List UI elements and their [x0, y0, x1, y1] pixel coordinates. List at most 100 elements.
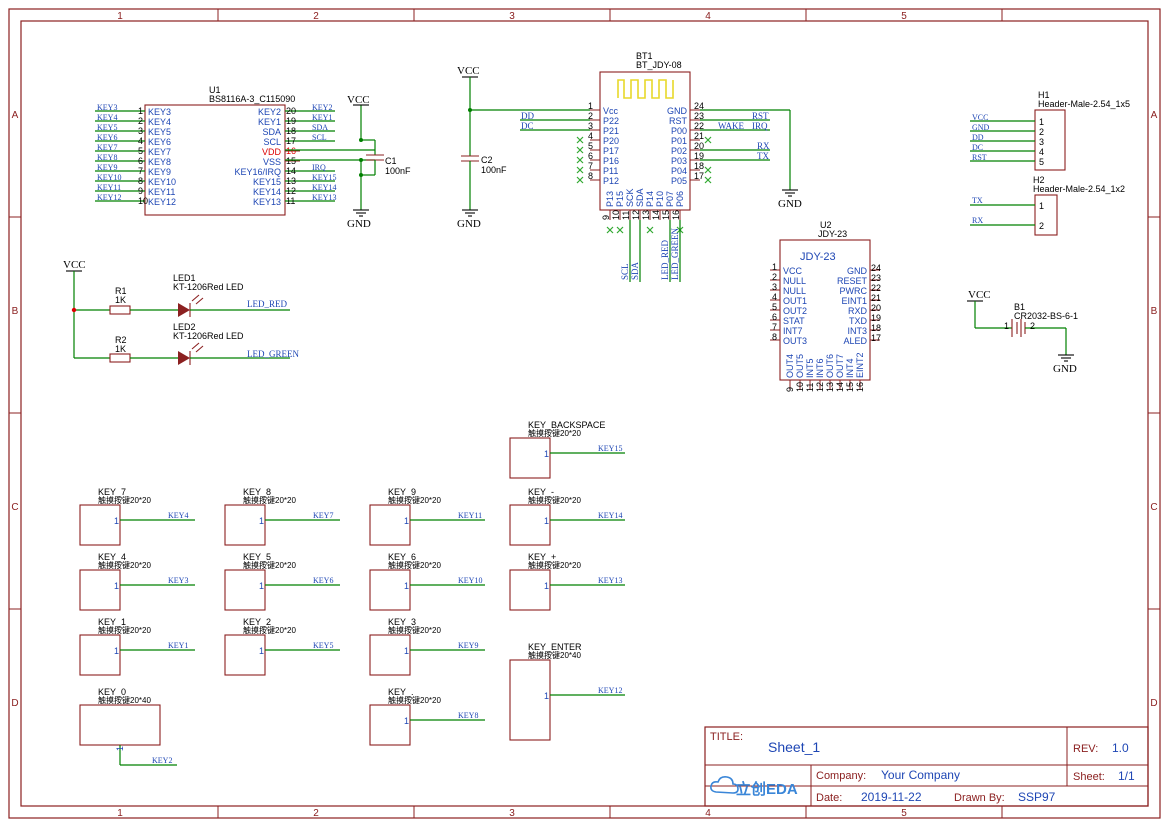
- bt1-pin-number: 3: [588, 121, 593, 131]
- u1-pin-number: 10: [138, 196, 148, 206]
- u2-title: JDY-23: [800, 251, 836, 263]
- touch-key: KEY_2触摸按键20*201KEY5: [224, 617, 340, 676]
- rev-label: REV:: [1073, 743, 1098, 755]
- u2-pin-name: NULL: [783, 286, 806, 296]
- bt1-pin-number: 17: [694, 171, 704, 181]
- border-row-label: C: [1150, 502, 1157, 513]
- schematic-sheet: 1122334455A AB BC CD D TITLE: Sheet_1 REV: 1…: [8, 8, 1161, 819]
- u1-pin-number: 7: [138, 166, 143, 176]
- net-sda-bt: SDA: [630, 261, 640, 280]
- touch-key-pin: 1: [544, 691, 549, 701]
- u2-pin-number: 18: [871, 323, 881, 333]
- net-led-red: LED_RED: [247, 299, 287, 309]
- touch-key-pin: 1: [544, 449, 549, 459]
- net-irq-bt: IRQ: [752, 121, 768, 131]
- u1-pin-number: 13: [286, 176, 296, 186]
- u1-pin-name: KEY1: [258, 117, 281, 127]
- bt1-pin-name: P07: [665, 191, 675, 207]
- sheet-title: Sheet_1: [768, 739, 820, 755]
- r2-value: 1K: [115, 344, 126, 354]
- touch-key-net: KEY6: [313, 576, 333, 585]
- bt1-gnd-label: GND: [778, 198, 802, 210]
- u2-pin-number: 1: [772, 262, 777, 272]
- u1-pin-name: VSS: [263, 157, 281, 167]
- u2-pin-number: 5: [772, 302, 777, 312]
- u1-net-label: KEY14: [312, 183, 336, 192]
- net-led-green: LED_GREEN: [247, 349, 299, 359]
- bt1-pin-number: 9: [601, 215, 611, 220]
- u1-pin-number: 16: [286, 146, 296, 156]
- bt1-pin-name: P16: [603, 156, 619, 166]
- title-label: TITLE:: [710, 731, 743, 743]
- bt1-part: BT_JDY-08: [636, 60, 682, 70]
- led1-diode-icon: [178, 303, 190, 317]
- u1-pin-name: KEY6: [148, 137, 171, 147]
- u1-pin-name: SDA: [262, 127, 281, 137]
- bt1-antenna-icon: [617, 79, 674, 99]
- touch-key-net: KEY11: [458, 511, 482, 520]
- net-rst-bt: RST: [752, 111, 769, 121]
- h1-net-label: GND: [972, 123, 990, 132]
- touch-keys: KEY_BACKSPACE触摸按键20*201KEY15KEY_7触摸按键20*…: [79, 420, 625, 766]
- u1-pin-number: 17: [286, 136, 296, 146]
- touch-key: KEY_ENTER触摸按键20*401KEY12: [509, 642, 625, 741]
- h1-pin-number: 1: [1039, 117, 1044, 127]
- touch-key-pin: 1: [404, 646, 409, 656]
- border-column-label: 1: [117, 11, 123, 22]
- h1-pin-number: 5: [1039, 157, 1044, 167]
- bt1-pin-name: GND: [667, 106, 688, 116]
- u2-pin-number: 12: [815, 382, 825, 392]
- bt1-pin-number: 6: [588, 151, 593, 161]
- c1-value: 100nF: [385, 166, 411, 176]
- touch-key-net: KEY14: [598, 511, 622, 520]
- b1-battery: VCC GND B1 CR2032-BS-6-1 1 2: [967, 289, 1078, 375]
- h2-net-label: RX: [972, 216, 983, 225]
- u2-pin-number: 4: [772, 292, 777, 302]
- touch-key-part: 触摸按键20*20: [528, 560, 581, 570]
- c2-vcc-label: VCC: [457, 65, 480, 77]
- touch-key-net: KEY4: [168, 511, 188, 520]
- u1-net-label: KEY7: [97, 143, 117, 152]
- border-column-label: 4: [705, 808, 711, 819]
- title-block: TITLE: Sheet_1 REV: 1.0 Company: Your Co…: [704, 726, 1149, 807]
- logo-text: 立创EDA: [736, 780, 798, 798]
- bt1-pin-name: Vcc: [603, 106, 619, 116]
- u2-pin-number: 8: [772, 332, 777, 342]
- touch-key: KEY_-触摸按键20*201KEY14: [509, 487, 625, 546]
- c2-gnd-label: GND: [457, 218, 481, 230]
- b1-pin2: 2: [1030, 321, 1035, 331]
- u1-pin-name: KEY5: [148, 127, 171, 137]
- touch-key-part: 触摸按键20*20: [98, 495, 151, 505]
- bt1-pin-number: 4: [588, 131, 593, 141]
- bt1-pin-name: P17: [603, 146, 619, 156]
- u2-pin-name: EINT2: [855, 352, 865, 378]
- u1-net-label: KEY12: [97, 193, 121, 202]
- u1-pin-number: 5: [138, 146, 143, 156]
- u2-pin-name: INT3: [847, 326, 867, 336]
- border-column-label: 4: [705, 11, 711, 22]
- b1-gnd-label: GND: [1053, 363, 1077, 375]
- h1-net-label: DC: [972, 143, 983, 152]
- u1-pin-number: 3: [138, 126, 143, 136]
- u1-net-label: KEY4: [97, 113, 117, 122]
- border-column-label: 1: [117, 808, 123, 819]
- bt1-pin-name: P21: [603, 126, 619, 136]
- u2-pin-name: OUT7: [835, 354, 845, 378]
- u2-pin-number: 6: [772, 312, 777, 322]
- bt1-pin-name: P11: [603, 166, 618, 176]
- bt1-pin-name: P05: [671, 176, 687, 186]
- u2-pin-number: 20: [871, 303, 881, 313]
- u2-pin-number: 24: [871, 263, 881, 273]
- touch-key-net: KEY2: [152, 756, 172, 765]
- border-column-label: 3: [509, 11, 515, 22]
- u1-pin-number: 6: [138, 156, 143, 166]
- touch-key-pin: 1: [544, 516, 549, 526]
- net-rx-bt: RX: [757, 141, 770, 151]
- bt1-pin-number: 2: [588, 111, 593, 121]
- touch-key-pin: 1: [114, 646, 119, 656]
- touch-key: KEY_.触摸按键20*201KEY8: [369, 687, 485, 746]
- bt1-pin-name: P14: [645, 191, 655, 207]
- u2-pin-number: 23: [871, 273, 881, 283]
- touch-key-net: KEY3: [168, 576, 188, 585]
- u1-pin-name: KEY13: [253, 197, 281, 207]
